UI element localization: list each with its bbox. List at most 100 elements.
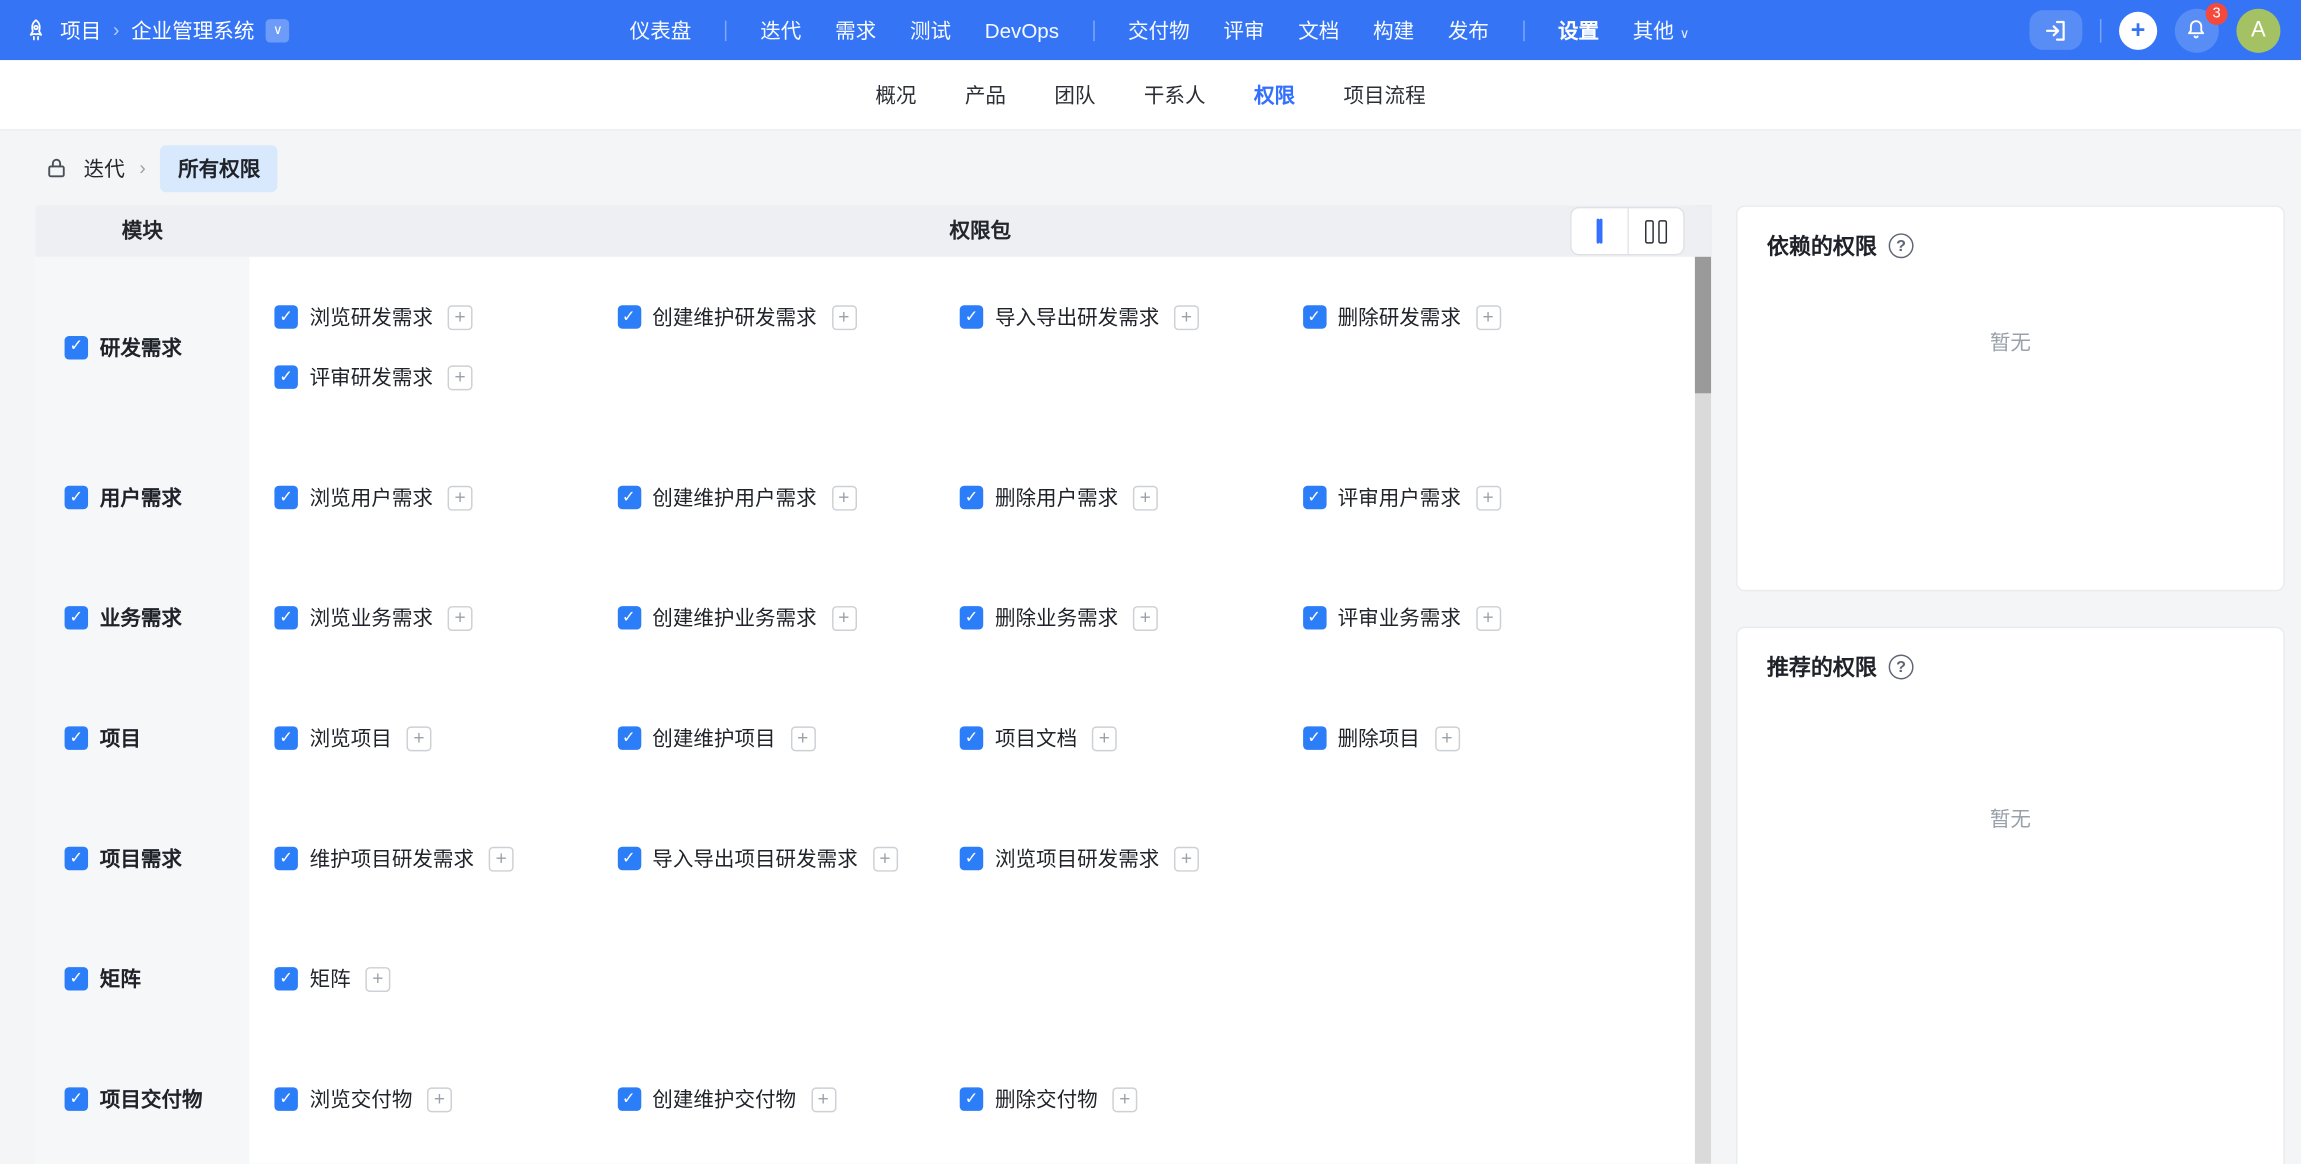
nav-item-devops[interactable]: DevOps	[985, 18, 1059, 41]
nav-item-build[interactable]: 构建	[1373, 15, 1414, 44]
permission-checkbox[interactable]: ✓	[274, 726, 297, 749]
module-checkbox[interactable]: ✓	[65, 1087, 88, 1110]
check-icon: ✓	[279, 730, 293, 746]
module-label: 研发需求	[100, 332, 182, 361]
breadcrumb-current[interactable]: 所有权限	[160, 145, 277, 192]
nav-item-sprint[interactable]: 迭代	[760, 15, 801, 44]
row-view-button[interactable]	[1572, 208, 1628, 253]
permission-checkbox[interactable]: ✓	[617, 1087, 640, 1110]
add-permission-button[interactable]: +	[1174, 846, 1199, 871]
add-permission-button[interactable]: +	[790, 726, 815, 751]
permission-checkbox[interactable]: ✓	[1302, 486, 1325, 509]
add-permission-button[interactable]: +	[1476, 305, 1501, 330]
add-permission-button[interactable]: +	[1174, 305, 1199, 330]
permission-checkbox[interactable]: ✓	[274, 486, 297, 509]
nav-item-deliverable[interactable]: 交付物	[1128, 15, 1190, 44]
permission-checkbox[interactable]: ✓	[274, 967, 297, 990]
permission-checkbox[interactable]: ✓	[274, 305, 297, 328]
module-checkbox[interactable]: ✓	[65, 486, 88, 509]
check-icon: ✓	[279, 610, 293, 626]
module-checkbox[interactable]: ✓	[65, 726, 88, 749]
add-permission-button[interactable]: +	[1133, 605, 1158, 630]
add-permission-button[interactable]: +	[406, 726, 431, 751]
permission-checkbox[interactable]: ✓	[617, 847, 640, 870]
nav-item-review[interactable]: 评审	[1223, 15, 1264, 44]
add-permission-button[interactable]: +	[1434, 726, 1459, 751]
add-permission-button[interactable]: +	[831, 605, 856, 630]
permission-checkbox[interactable]: ✓	[274, 365, 297, 388]
nav-item-document[interactable]: 文档	[1298, 15, 1339, 44]
permission-checkbox[interactable]: ✓	[617, 726, 640, 749]
add-permission-button[interactable]: +	[1476, 605, 1501, 630]
column-view-button[interactable]	[1627, 208, 1683, 253]
user-avatar[interactable]: A	[2236, 8, 2280, 52]
add-permission-button[interactable]: +	[448, 605, 473, 630]
nav-item-test[interactable]: 测试	[910, 15, 951, 44]
add-permission-button[interactable]: +	[1092, 726, 1117, 751]
add-permission-button[interactable]: +	[448, 305, 473, 330]
permission-checkbox[interactable]: ✓	[617, 486, 640, 509]
tab-stakeholder[interactable]: 干系人	[1144, 80, 1206, 109]
add-permission-button[interactable]: +	[811, 1087, 836, 1112]
permission-checkbox[interactable]: ✓	[960, 486, 983, 509]
add-permission-button[interactable]: +	[448, 485, 473, 510]
add-permission-button[interactable]: +	[448, 365, 473, 390]
module-cell: ✓ 项目	[35, 678, 249, 798]
add-permission-button[interactable]: +	[1112, 1087, 1137, 1112]
permission-label: 创建维护业务需求	[652, 603, 816, 632]
permission-checkbox[interactable]: ✓	[617, 305, 640, 328]
invite-button[interactable]	[2029, 10, 2082, 50]
add-permission-button[interactable]: +	[1133, 485, 1158, 510]
check-icon: ✓	[279, 489, 293, 505]
add-permission-button[interactable]: +	[365, 966, 390, 991]
notifications-button[interactable]: 3	[2175, 8, 2219, 52]
project-switcher[interactable]: 项目 › 企业管理系统 ∨	[23, 15, 289, 44]
module-checkbox[interactable]: ✓	[65, 967, 88, 990]
module-label: 用户需求	[100, 483, 182, 512]
help-icon[interactable]: ?	[1889, 654, 1914, 679]
nav-item-more[interactable]: 其他∨	[1633, 15, 1690, 44]
add-permission-button[interactable]: +	[872, 846, 897, 871]
nav-item-release[interactable]: 发布	[1448, 15, 1489, 44]
add-permission-button[interactable]: +	[1476, 485, 1501, 510]
add-permission-button[interactable]: +	[831, 305, 856, 330]
nav-divider	[1093, 20, 1094, 41]
permission-checkbox[interactable]: ✓	[960, 847, 983, 870]
nav-item-settings[interactable]: 设置	[1558, 15, 1599, 44]
help-icon[interactable]: ?	[1889, 233, 1914, 258]
plus-icon: +	[1441, 726, 1452, 748]
add-permission-button[interactable]: +	[427, 1087, 452, 1112]
permission-grid: ✓ 矩阵 +	[249, 919, 1694, 1039]
breadcrumb-parent[interactable]: 迭代	[84, 153, 125, 182]
permission-label: 项目文档	[995, 723, 1077, 752]
permission-checkbox[interactable]: ✓	[1302, 606, 1325, 629]
nav-item-dashboard[interactable]: 仪表盘	[630, 15, 692, 44]
tab-overview[interactable]: 概况	[875, 80, 916, 109]
permission-checkbox[interactable]: ✓	[274, 606, 297, 629]
module-checkbox[interactable]: ✓	[65, 847, 88, 870]
permission-checkbox[interactable]: ✓	[960, 305, 983, 328]
tab-project-flow[interactable]: 项目流程	[1343, 80, 1425, 109]
plus-icon: +	[1482, 606, 1493, 628]
permission-checkbox[interactable]: ✓	[960, 726, 983, 749]
nav-item-requirement[interactable]: 需求	[835, 15, 876, 44]
permission-checkbox[interactable]: ✓	[960, 606, 983, 629]
project-dropdown-button[interactable]: ∨	[266, 18, 289, 41]
permission-checkbox[interactable]: ✓	[617, 606, 640, 629]
module-checkbox[interactable]: ✓	[65, 335, 88, 358]
add-permission-button[interactable]: +	[489, 846, 514, 871]
tab-permissions[interactable]: 权限	[1254, 80, 1295, 109]
module-checkbox[interactable]: ✓	[65, 606, 88, 629]
add-permission-button[interactable]: +	[831, 485, 856, 510]
permission-checkbox[interactable]: ✓	[274, 847, 297, 870]
tab-product[interactable]: 产品	[965, 80, 1006, 109]
create-button[interactable]: +	[2119, 11, 2157, 49]
permission-checkbox[interactable]: ✓	[1302, 726, 1325, 749]
dependent-permissions-panel: 依赖的权限 ? 暂无	[1736, 205, 2285, 591]
permission-checkbox[interactable]: ✓	[1302, 305, 1325, 328]
table-scrollbar[interactable]	[1695, 205, 1711, 1163]
permission-checkbox[interactable]: ✓	[274, 1087, 297, 1110]
permission-checkbox[interactable]: ✓	[960, 1087, 983, 1110]
check-icon: ✓	[965, 730, 979, 746]
tab-team[interactable]: 团队	[1054, 80, 1095, 109]
